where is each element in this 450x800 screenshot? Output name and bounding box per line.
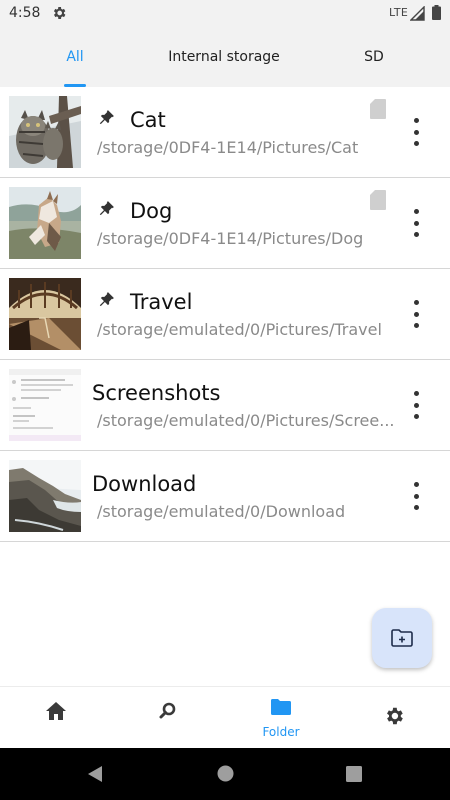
more-options-icon[interactable]: [403, 115, 429, 149]
folder-path: /storage/emulated/0/Pictures/Travel: [97, 320, 382, 339]
pin-icon: [99, 292, 114, 307]
settings-gear-icon: [387, 707, 403, 725]
nav-search[interactable]: [112, 687, 224, 749]
folder-thumbnail-dog: [9, 187, 81, 259]
folder-row-cat[interactable]: Cat /storage/0DF4-1E14/Pictures/Cat: [0, 87, 450, 178]
sd-card-icon: [370, 99, 386, 119]
folder-row-dog[interactable]: Dog /storage/0DF4-1E14/Pictures/Dog: [0, 178, 450, 269]
create-folder-icon: [391, 629, 413, 647]
more-options-icon[interactable]: [403, 206, 429, 240]
folder-row-download[interactable]: Download /storage/emulated/0/Download: [0, 451, 450, 542]
tab-sd[interactable]: SD: [330, 27, 418, 87]
more-options-icon[interactable]: [403, 388, 429, 422]
more-options-icon[interactable]: [403, 297, 429, 331]
tab-internal-storage[interactable]: Internal storage: [148, 27, 300, 87]
back-icon[interactable]: [87, 765, 103, 783]
home-circle-icon[interactable]: [217, 765, 234, 782]
signal-icon: [410, 6, 425, 21]
home-icon: [46, 702, 66, 720]
create-folder-button[interactable]: [372, 608, 432, 668]
folder-path: /storage/emulated/0/Pictures/Scree...: [97, 411, 393, 430]
more-options-icon[interactable]: [403, 479, 429, 513]
folder-path: /storage/0DF4-1E14/Pictures/Cat: [97, 138, 359, 157]
tab-all[interactable]: All: [24, 27, 126, 87]
nav-home[interactable]: [0, 687, 112, 749]
storage-tab-bar: All Internal storage SD: [0, 27, 450, 87]
folder-path: /storage/0DF4-1E14/Pictures/Dog: [97, 229, 364, 248]
folder-name: Screenshots: [92, 381, 221, 405]
system-navigation-bar: [0, 748, 450, 800]
folder-thumbnail-travel: [9, 278, 81, 350]
bottom-navigation: Folder: [0, 686, 450, 748]
battery-icon: [432, 5, 441, 20]
folder-thumbnail-cat: [9, 96, 81, 168]
folder-name: Travel: [130, 290, 193, 314]
folder-name: Download: [92, 472, 197, 496]
search-icon: [159, 702, 176, 719]
status-bar: 4:58 LTE: [0, 0, 450, 27]
network-type-label: LTE: [389, 6, 409, 19]
recent-apps-icon[interactable]: [346, 766, 362, 782]
folder-name: Cat: [130, 108, 166, 132]
settings-notification-icon: [53, 7, 66, 19]
nav-folder[interactable]: Folder: [225, 687, 337, 749]
nav-folder-label: Folder: [262, 725, 300, 739]
folder-thumbnail-screenshots: [9, 369, 81, 441]
nav-settings[interactable]: [338, 687, 450, 749]
folder-row-travel[interactable]: Travel /storage/emulated/0/Pictures/Trav…: [0, 269, 450, 360]
pin-icon: [99, 110, 114, 125]
sd-card-icon: [370, 190, 386, 210]
folder-name: Dog: [130, 199, 173, 223]
folder-row-screenshots[interactable]: Screenshots /storage/emulated/0/Pictures…: [0, 360, 450, 451]
folder-list: Cat /storage/0DF4-1E14/Pictures/Cat Dog …: [0, 87, 450, 542]
folder-thumbnail-download: [9, 460, 81, 532]
status-time: 4:58: [9, 5, 41, 21]
pin-icon: [99, 201, 114, 216]
folder-path: /storage/emulated/0/Download: [97, 502, 346, 521]
folder-icon: [271, 699, 291, 715]
